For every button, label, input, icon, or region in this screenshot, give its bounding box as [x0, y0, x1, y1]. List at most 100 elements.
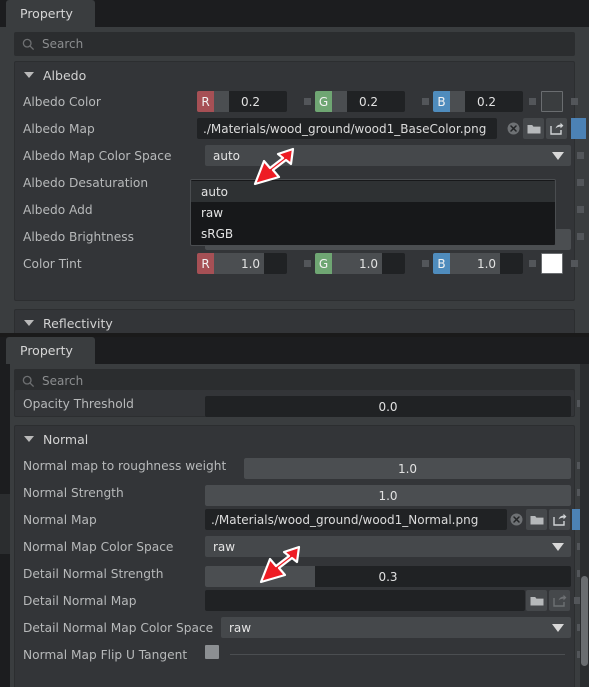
label-detail-normal-strength: Detail Normal Strength: [23, 566, 164, 581]
property-panel-bottom: Property Search Opacity Threshold 0.0 No…: [0, 337, 589, 687]
tab-property-top[interactable]: Property: [6, 0, 95, 27]
tab-label: Property: [20, 343, 73, 358]
row-detail-normal-map: Detail Normal Map: [15, 587, 581, 614]
open-external-icon[interactable]: [546, 118, 567, 139]
row-separator-dot: [529, 260, 536, 267]
triangle-down-icon[interactable]: [24, 436, 34, 442]
dropdown-value-albedo-color-space: auto: [213, 148, 241, 163]
tabstrip-top: Property: [0, 0, 589, 27]
row-normal-map-to-roughness-weight: Normal map to roughness weight 1.0: [15, 452, 584, 479]
label-albedo-color: Albedo Color: [23, 94, 101, 109]
label-normal-map-flip-u-tangent: Normal Map Flip U Tangent: [23, 647, 188, 662]
channel-value-g: 1.0: [358, 256, 379, 271]
row-albedo-color: Albedo Color R 0.2 G 0.2 B 0.2: [15, 88, 578, 115]
dropdown-detail-normal-map-color-space[interactable]: raw: [221, 617, 571, 638]
row-detail-normal-map-color-space: Detail Normal Map Color Space raw: [15, 614, 584, 641]
row-reset-dot[interactable]: [577, 179, 584, 186]
row-normal-map: Normal Map ./Materials/wood_ground/wood1…: [15, 506, 587, 533]
dropdown-option-auto[interactable]: auto: [191, 181, 555, 202]
dropdown-option-srgb[interactable]: sRGB: [191, 223, 555, 244]
label-albedo-map-color-space: Albedo Map Color Space: [23, 148, 172, 163]
open-external-icon: [549, 590, 570, 611]
tabstrip-bottom: Property: [0, 337, 589, 364]
channel-field-b[interactable]: 1.0: [450, 253, 523, 274]
group-header-albedo[interactable]: Albedo: [15, 62, 574, 88]
row-albedo-map: Albedo Map ./Materials/wood_ground/wood1…: [15, 115, 586, 142]
channel-field-r[interactable]: 0.2: [214, 91, 287, 112]
search-placeholder-bottom: Search: [42, 374, 84, 388]
row-separator-dot: [529, 98, 536, 105]
row-opacity-threshold: Opacity Threshold 0.0: [15, 390, 584, 417]
rgb-b-albedo-color[interactable]: B 0.2: [433, 91, 523, 112]
rgb-g-albedo-color[interactable]: G 0.2: [315, 91, 405, 112]
channel-field-g[interactable]: 0.2: [332, 91, 405, 112]
clear-icon[interactable]: [506, 509, 527, 530]
row-reset-dot[interactable]: [577, 152, 584, 159]
search-row-top: Search: [14, 32, 575, 56]
triangle-down-icon[interactable]: [24, 72, 34, 78]
color-swatch-color-tint[interactable]: [541, 253, 563, 274]
channel-value-b: 0.2: [476, 94, 497, 109]
slider-normal-strength[interactable]: 1.0: [205, 485, 571, 506]
label-albedo-brightness: Albedo Brightness: [23, 229, 134, 244]
channel-fill-b: [450, 91, 465, 112]
chevron-down-icon[interactable]: [552, 152, 564, 160]
channel-field-g[interactable]: 1.0: [332, 253, 405, 274]
rgb-g-color-tint[interactable]: G 1.0: [315, 253, 405, 274]
file-path-albedo-map: ./Materials/wood_ground/wood1_BaseColor.…: [203, 121, 487, 136]
channel-letter-r: R: [197, 91, 214, 112]
chevron-down-icon[interactable]: [552, 624, 564, 632]
channel-fill-g: [332, 91, 347, 112]
label-normal-strength: Normal Strength: [23, 485, 124, 500]
rgb-b-color-tint[interactable]: B 1.0: [433, 253, 523, 274]
slider-opacity-threshold[interactable]: 0.0: [205, 396, 571, 417]
label-detail-normal-map-color-space: Detail Normal Map Color Space: [23, 620, 214, 635]
tab-property-bottom[interactable]: Property: [6, 337, 95, 364]
dropdown-option-raw[interactable]: raw: [191, 202, 555, 223]
label-normal-map-to-roughness-weight: Normal map to roughness weight: [23, 458, 227, 473]
rgb-r-albedo-color[interactable]: R 0.2: [197, 91, 287, 112]
scrollbar-track[interactable]: [580, 364, 589, 687]
open-external-icon[interactable]: [549, 509, 570, 530]
mouse-pointer-bottom: [256, 544, 302, 590]
albedo-map-blue-marker[interactable]: [571, 118, 586, 139]
row-reset-dot[interactable]: [577, 233, 584, 240]
group-label-albedo: Albedo: [43, 67, 87, 83]
row-reset-dot[interactable]: [571, 98, 578, 105]
folder-icon[interactable]: [523, 118, 544, 139]
channel-field-r[interactable]: 1.0: [214, 253, 287, 274]
folder-icon[interactable]: [526, 509, 547, 530]
file-input-normal-map[interactable]: ./Materials/wood_ground/wood1_Normal.png: [205, 509, 507, 530]
row-hairline: [230, 654, 565, 655]
color-swatch-albedo[interactable]: [541, 91, 563, 112]
slider-normal-map-to-roughness-weight[interactable]: 1.0: [244, 458, 571, 479]
search-icon: [22, 375, 35, 388]
panel-left-gutter-notch: [0, 494, 10, 554]
chevron-down-icon[interactable]: [552, 543, 564, 551]
clear-icon[interactable]: [503, 118, 524, 139]
rgb-r-color-tint[interactable]: R 1.0: [197, 253, 287, 274]
scrollbar-thumb[interactable]: [581, 576, 588, 666]
dropdown-list-albedo-map-color-space[interactable]: auto raw sRGB: [190, 179, 556, 246]
panel-left-gutter: [0, 364, 10, 687]
search-input-top[interactable]: Search: [14, 32, 575, 56]
triangle-down-icon[interactable]: [24, 320, 34, 326]
channel-value-r: 1.0: [240, 256, 261, 271]
folder-icon[interactable]: [526, 590, 547, 611]
slider-value-normal-roughness: 1.0: [397, 461, 418, 476]
channel-value-r: 0.2: [240, 94, 261, 109]
checkbox-normal-map-flip-u-tangent[interactable]: [205, 645, 219, 659]
channel-letter-g: G: [315, 253, 332, 274]
label-opacity-threshold: Opacity Threshold: [23, 396, 134, 411]
row-reset-dot[interactable]: [571, 260, 578, 267]
channel-value-b: 1.0: [476, 256, 497, 271]
row-reset-dot[interactable]: [577, 206, 584, 213]
file-input-detail-normal-map[interactable]: [205, 590, 525, 611]
channel-letter-b: B: [433, 253, 450, 274]
slider-value-detail-normal-strength: 0.3: [378, 569, 398, 584]
label-albedo-add: Albedo Add: [23, 202, 93, 217]
channel-field-b[interactable]: 0.2: [450, 91, 523, 112]
file-input-albedo-map[interactable]: ./Materials/wood_ground/wood1_BaseColor.…: [197, 118, 497, 139]
group-header-normal[interactable]: Normal: [15, 426, 574, 452]
group-header-reflectivity[interactable]: Reflectivity: [15, 310, 574, 333]
